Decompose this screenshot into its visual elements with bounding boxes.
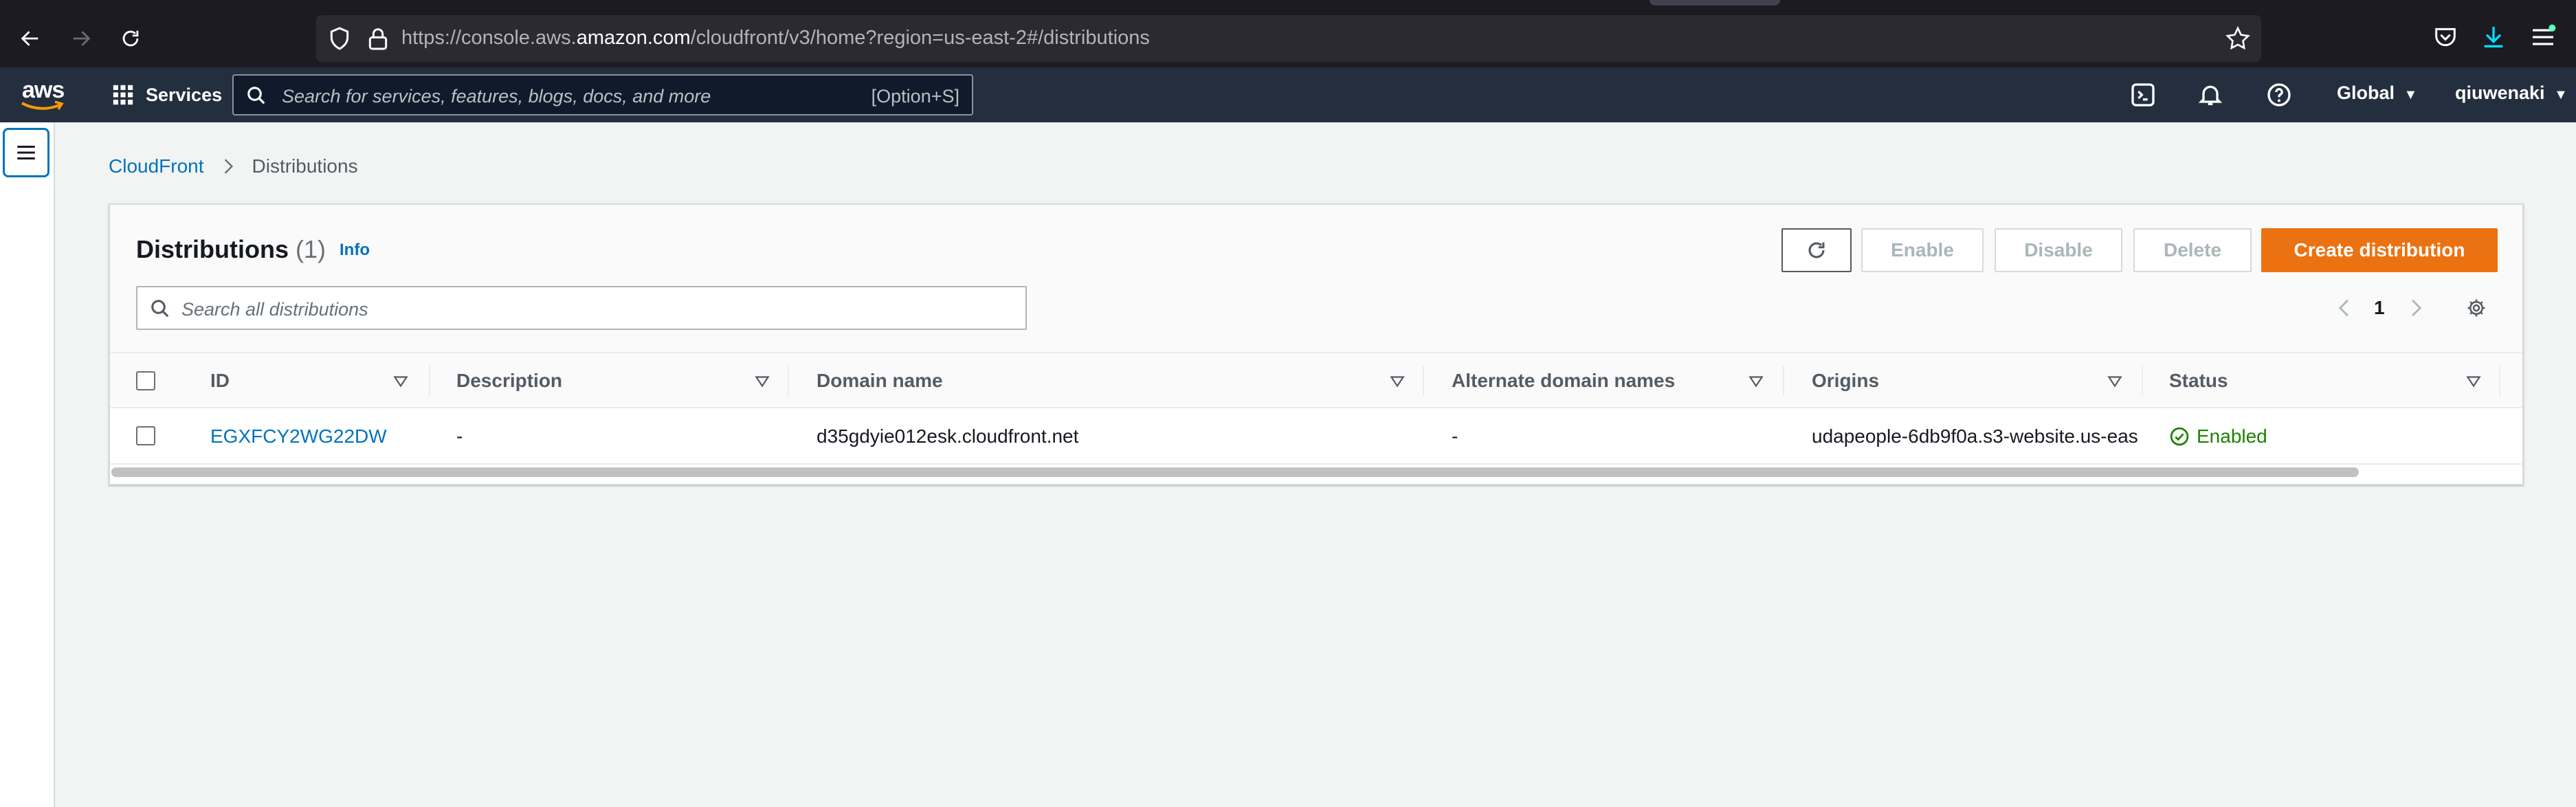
sort-down-icon[interactable]: [1388, 373, 1406, 390]
horizontal-scrollbar[interactable]: [111, 467, 2359, 477]
create-distribution-button[interactable]: Create distribution: [2261, 228, 2498, 272]
chevron-right-icon: [224, 159, 233, 174]
cell-alternate-domain-names: -: [1452, 425, 1458, 447]
delete-button[interactable]: Delete: [2133, 228, 2252, 272]
lock-icon[interactable]: [364, 25, 392, 52]
info-link[interactable]: Info: [340, 241, 370, 260]
page-title: Distributions (1): [136, 235, 326, 264]
url-text[interactable]: https://console.aws.amazon.com/cloudfron…: [401, 27, 1150, 49]
forward-button[interactable]: [63, 21, 99, 56]
previous-page-button[interactable]: [2334, 293, 2355, 323]
region-label: Global: [2337, 82, 2395, 103]
status-badge: Enabled: [2169, 425, 2267, 447]
distributions-search-placeholder: Search all distributions: [181, 299, 368, 320]
services-menu-button[interactable]: Services: [111, 80, 222, 110]
column-resizer[interactable]: [2142, 366, 2143, 396]
aws-top-nav: aws Services Search for services, featur…: [0, 67, 2576, 122]
status-text: Enabled: [2197, 425, 2267, 447]
arrow-left-icon: [21, 31, 38, 46]
bookmark-star-icon[interactable]: [2224, 25, 2252, 52]
sort-down-icon[interactable]: [2106, 373, 2124, 390]
browser-tab-indicator: [1650, 0, 1780, 5]
cloudshell-icon[interactable]: [2129, 81, 2157, 109]
breadcrumb-cloudfront-link[interactable]: CloudFront: [109, 155, 204, 177]
column-header-domain-name[interactable]: Domain name: [817, 353, 943, 408]
notifications-bell-icon[interactable]: [2197, 81, 2224, 109]
services-label: Services: [146, 84, 223, 105]
refresh-icon: [1808, 242, 1825, 258]
sort-down-icon[interactable]: [392, 373, 410, 390]
sort-down-icon[interactable]: [753, 373, 771, 390]
aws-logo[interactable]: aws: [21, 77, 69, 113]
table-title: Distributions: [136, 235, 289, 263]
aws-smile-icon: [21, 100, 64, 110]
column-header-description[interactable]: Description: [456, 353, 562, 408]
account-username: qiuwenaki: [2455, 82, 2545, 103]
column-resizer[interactable]: [1423, 366, 1424, 396]
page-number[interactable]: 1: [2374, 293, 2385, 323]
column-resizer[interactable]: [2499, 366, 2500, 396]
table-header-row: ID Description Domain name Alternate dom…: [110, 353, 2522, 408]
current-page-number: 1: [2374, 297, 2385, 318]
row-select-checkbox[interactable]: [136, 426, 155, 445]
column-resizer[interactable]: [788, 366, 789, 396]
help-icon[interactable]: [2265, 81, 2293, 109]
next-page-button[interactable]: [2406, 293, 2426, 323]
open-navigation-button[interactable]: [3, 128, 49, 177]
cell-status: Enabled: [2169, 408, 2492, 465]
console-search-placeholder: Search for services, features, blogs, do…: [282, 86, 711, 107]
gear-icon: [2467, 299, 2485, 317]
search-icon: [247, 87, 265, 104]
download-icon[interactable]: [2480, 23, 2507, 51]
breadcrumb-current: Distributions: [252, 155, 358, 177]
caret-down-icon: ▼: [2403, 87, 2418, 102]
grid-icon: [113, 85, 133, 105]
refresh-button[interactable]: [1781, 228, 1852, 272]
caret-down-icon: ▼: [2554, 87, 2568, 102]
check-circle-icon: [2170, 427, 2189, 446]
table-row[interactable]: EGXFCY2WG22DW - d35gdyie012esk.cloudfron…: [110, 408, 2522, 465]
disable-button[interactable]: Disable: [1995, 228, 2122, 272]
cell-origins: udapeople-6db9f0a.s3-website.us-eas: [1812, 425, 2138, 447]
column-resizer[interactable]: [1783, 366, 1784, 396]
column-header-status[interactable]: Status: [2169, 353, 2228, 408]
account-menu[interactable]: qiuwenaki ▼: [2455, 82, 2568, 104]
sort-down-icon[interactable]: [1747, 373, 1765, 390]
search-icon: [151, 300, 169, 318]
column-header-origins[interactable]: Origins: [1812, 353, 1879, 408]
sort-down-icon[interactable]: [2465, 373, 2483, 390]
browser-toolbar: https://console.aws.amazon.com/cloudfron…: [0, 0, 2576, 67]
region-selector[interactable]: Global ▼: [2337, 82, 2417, 104]
shield-icon[interactable]: [326, 25, 353, 52]
table-header-area: Distributions (1) Info Enable Disable De…: [110, 205, 2522, 353]
distribution-id-link[interactable]: EGXFCY2WG22DW: [210, 408, 430, 465]
chevron-right-icon: [2412, 299, 2422, 317]
column-resizer[interactable]: [429, 366, 430, 396]
cell-description: -: [456, 425, 463, 447]
cell-domain-name: d35gdyie012esk.cloudfront.net: [817, 425, 1079, 447]
console-search-input[interactable]: Search for services, features, blogs, do…: [232, 74, 973, 115]
reload-icon: [122, 30, 139, 47]
column-header-alternate-domain-names[interactable]: Alternate domain names: [1452, 353, 1675, 408]
url-bar[interactable]: https://console.aws.amazon.com/cloudfron…: [316, 15, 2261, 62]
distribution-count: (1): [296, 235, 326, 263]
enable-button[interactable]: Enable: [1861, 228, 1984, 272]
reload-button[interactable]: [113, 21, 148, 56]
column-header-id[interactable]: ID: [210, 353, 230, 408]
hamburger-menu-icon: [17, 145, 35, 160]
back-button[interactable]: [12, 21, 48, 56]
breadcrumb: CloudFront Distributions: [109, 155, 358, 177]
select-all-checkbox[interactable]: [136, 371, 155, 390]
distributions-search-input[interactable]: Search all distributions: [136, 286, 1027, 330]
arrow-right-icon: [73, 31, 91, 46]
app-menu-icon[interactable]: [2529, 23, 2557, 51]
distributions-table-container: Distributions (1) Info Enable Disable De…: [109, 203, 2524, 485]
pocket-icon[interactable]: [2432, 23, 2459, 51]
table-preferences-button[interactable]: [2466, 293, 2487, 323]
search-shortcut-hint: [Option+S]: [871, 86, 959, 107]
side-navigation: [0, 122, 55, 807]
chevron-left-icon: [2338, 299, 2349, 317]
